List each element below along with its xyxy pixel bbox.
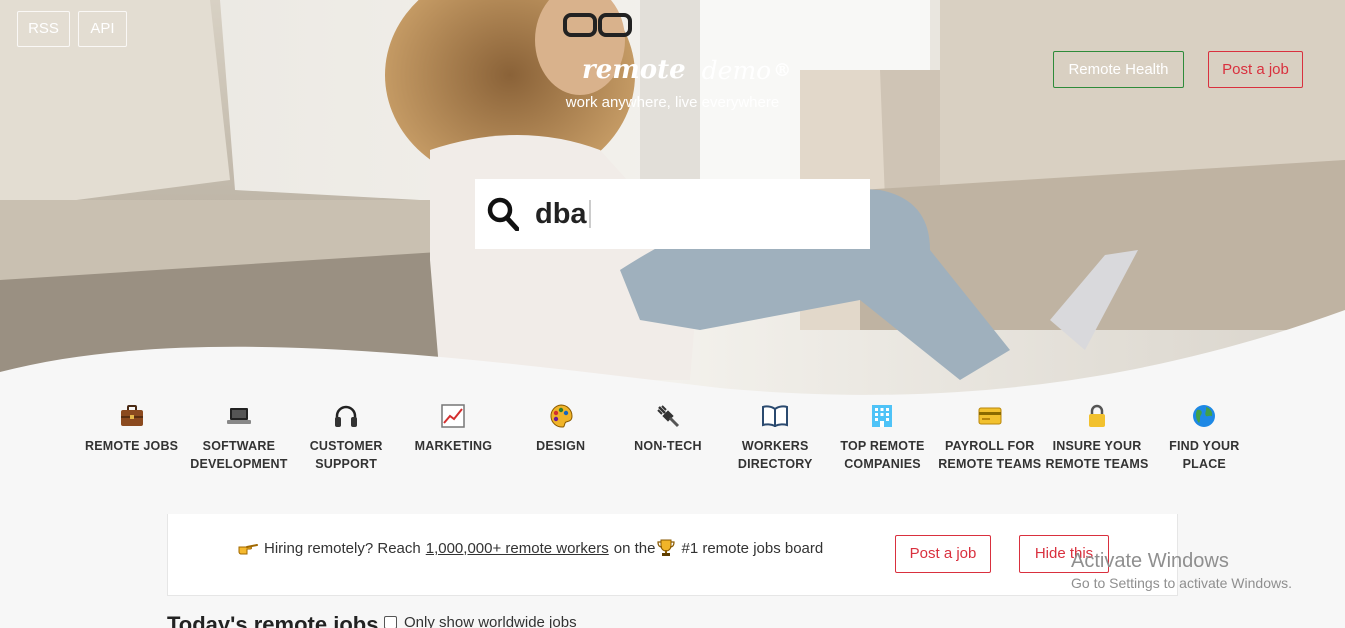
header-post-job-button[interactable]: Post a job xyxy=(1208,51,1303,88)
watermark-title: Activate Windows xyxy=(1071,550,1229,572)
logo-registered-mark: ® xyxy=(773,59,792,81)
trophy-icon xyxy=(657,539,676,557)
worldwide-filter[interactable]: Only show worldwide jobs xyxy=(384,614,577,628)
category-top-remote-companies[interactable]: TOP REMOTE COMPANIES xyxy=(829,400,936,475)
hiring-message: Hiring remotely? Reach 1,000,000+ remote… xyxy=(238,539,823,557)
category-label: SOFTWARE DEVELOPMENT xyxy=(190,439,288,471)
lock-icon xyxy=(1089,404,1106,427)
windows-activation-watermark: Activate Windows Go to Settings to activ… xyxy=(1071,549,1292,591)
worldwide-checkbox[interactable] xyxy=(384,616,397,628)
category-software-development[interactable]: SOFTWARE DEVELOPMENT xyxy=(185,400,292,475)
text-caret xyxy=(588,200,591,228)
wave-divider xyxy=(0,310,1345,400)
laptop-icon xyxy=(226,408,251,424)
pointing-hand-icon xyxy=(238,540,258,556)
book-icon xyxy=(762,405,789,427)
remote-health-button[interactable]: Remote Health xyxy=(1053,51,1184,88)
category-label: INSURE YOUR REMOTE TEAMS xyxy=(1045,439,1149,471)
category-label: WORKERS DIRECTORY xyxy=(737,439,813,471)
worldwide-label: Only show worldwide jobs xyxy=(404,614,577,628)
briefcase-icon xyxy=(120,405,143,426)
plug-icon xyxy=(657,405,680,428)
headphones-icon xyxy=(335,405,358,427)
category-label: MARKETING xyxy=(414,439,493,453)
chart-icon xyxy=(441,404,466,428)
search-value: dba xyxy=(535,197,587,230)
category-find-your-place[interactable]: FIND YOUR PLACE xyxy=(1151,400,1258,475)
api-button[interactable]: API xyxy=(78,11,127,47)
banner-post-job-button[interactable]: Post a job xyxy=(895,535,991,573)
category-label: PAYROLL FOR REMOTE TEAMS xyxy=(938,439,1042,471)
globe-icon xyxy=(1193,405,1216,427)
category-label: NON-TECH xyxy=(634,439,702,453)
category-marketing[interactable]: MARKETING xyxy=(400,400,507,475)
credit-card-icon xyxy=(978,407,1002,425)
remote-workers-link[interactable]: 1,000,000+ remote workers xyxy=(426,540,609,557)
hiring-banner: Hiring remotely? Reach 1,000,000+ remote… xyxy=(167,514,1178,596)
category-payroll-for-remote-teams[interactable]: PAYROLL FOR REMOTE TEAMS xyxy=(936,400,1043,475)
building-icon xyxy=(872,405,893,427)
category-bar: REMOTE JOBS SOFTWARE DEVELOPMENT CUSTOME… xyxy=(78,400,1258,475)
rss-button[interactable]: RSS xyxy=(17,11,70,47)
hiring-text-after: #1 remote jobs board xyxy=(681,539,824,557)
hiring-text-middle: on the xyxy=(613,539,656,557)
logo-left-text: remote xyxy=(582,55,686,85)
hiring-text-before: Hiring remotely? Reach xyxy=(264,539,421,557)
category-label: DESIGN xyxy=(536,439,586,453)
jobs-heading: Today's remote jobs xyxy=(167,612,379,628)
category-label: CUSTOMER SUPPORT xyxy=(309,439,383,471)
logo-right-text: demo xyxy=(701,55,772,85)
watermark-subtitle: Go to Settings to activate Windows. xyxy=(1071,575,1292,591)
site-logo[interactable]: remote demo ® xyxy=(582,48,791,92)
category-label: FIND YOUR PLACE xyxy=(1169,439,1240,471)
category-insure-your-remote-teams[interactable]: INSURE YOUR REMOTE TEAMS xyxy=(1043,400,1150,475)
category-label: REMOTE JOBS xyxy=(85,439,179,453)
category-workers-directory[interactable]: WORKERS DIRECTORY xyxy=(722,400,829,475)
category-customer-support[interactable]: CUSTOMER SUPPORT xyxy=(293,400,400,475)
category-design[interactable]: DESIGN xyxy=(507,400,614,475)
category-label: TOP REMOTE COMPANIES xyxy=(840,439,925,471)
palette-icon xyxy=(550,404,573,428)
category-remote-jobs[interactable]: REMOTE JOBS xyxy=(78,400,185,475)
category-non-tech[interactable]: NON-TECH xyxy=(614,400,721,475)
search-input[interactable]: dba xyxy=(475,179,870,249)
search-icon xyxy=(487,197,519,231)
tagline: work anywhere, live everywhere xyxy=(565,94,780,111)
